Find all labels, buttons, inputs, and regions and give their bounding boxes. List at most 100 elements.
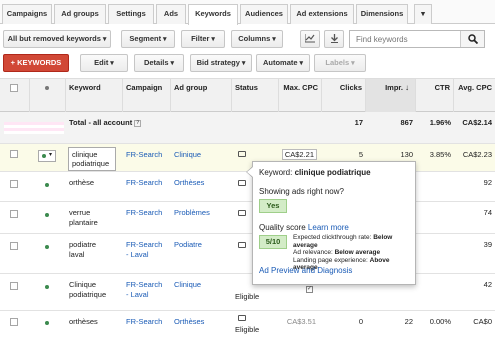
status-bubble-icon[interactable] (238, 210, 246, 216)
keyword-cell[interactable]: Clinique podiatrique (66, 274, 120, 306)
segment-button[interactable]: Segment (121, 30, 175, 48)
keyword-edit-field[interactable]: clinique podiatrique (68, 147, 116, 171)
quality-score-label: Quality score (259, 223, 306, 232)
total-label: Total - all account ? (66, 112, 176, 134)
details-button[interactable]: Details (134, 54, 184, 72)
columns-button[interactable]: Columns (231, 30, 283, 48)
edit-checkbox-icon[interactable]: ✓ (306, 286, 313, 293)
search-input[interactable] (350, 31, 460, 47)
ad-relevance-label: Ad relevance: (293, 249, 333, 256)
campaign-link[interactable]: FR-Search (123, 172, 171, 194)
total-clicks: 17 (354, 118, 363, 127)
tab-audiences[interactable]: Audiences (240, 4, 288, 24)
status-cell: Eligible (235, 325, 260, 334)
expected-ctr-label: Expected clickthrough rate: (293, 234, 372, 241)
header-keyword[interactable]: Keyword (66, 79, 123, 113)
table-row[interactable]: verrue plantaire FR-Search Problèmes 74 (0, 202, 495, 234)
header-ad-group[interactable]: Ad group (171, 79, 232, 113)
max-cpc-cell[interactable]: CA$3.51 (279, 311, 319, 333)
row-checkbox[interactable] (10, 318, 18, 326)
header-impr-label: Impr. (385, 83, 403, 92)
chart-icon[interactable] (300, 30, 320, 48)
enabled-dot-icon (45, 321, 49, 325)
status-bubble-icon[interactable] (238, 242, 246, 248)
campaign-link[interactable]: FR-Search - Laval (123, 234, 167, 266)
ad-group-link[interactable]: Orthèses (171, 311, 232, 333)
tab-keywords[interactable]: Keywords (188, 4, 238, 25)
status-bubble-icon[interactable] (238, 151, 246, 157)
learn-more-link[interactable]: Learn more (308, 223, 349, 232)
avg-cpc-cell: CA$2.23 (462, 150, 492, 159)
status-bubble-icon[interactable] (238, 180, 246, 186)
tab-dimensions[interactable]: Dimensions (356, 4, 408, 24)
total-impr: 867 (400, 118, 413, 127)
edit-button[interactable]: Edit (80, 54, 128, 72)
keyword-cell[interactable]: orthèse (66, 172, 123, 194)
popup-keyword-line: Keyword: clinique podiatrique (259, 168, 371, 177)
status-cell: Eligible (235, 292, 260, 301)
tab-ads[interactable]: Ads (156, 4, 186, 24)
header-ctr[interactable]: CTR (416, 79, 454, 113)
showing-ads-answer-badge: Yes (259, 199, 287, 213)
header-select-cell (0, 79, 30, 113)
row-checkbox[interactable] (10, 150, 18, 158)
select-all-checkbox[interactable] (10, 84, 18, 92)
labels-button[interactable]: Labels (314, 54, 366, 72)
row-checkbox[interactable] (10, 282, 18, 290)
filter-button[interactable]: Filter (181, 30, 225, 48)
search-box (349, 30, 485, 48)
header-max-cpc[interactable]: Max. CPC (279, 79, 322, 113)
clicks-cell: 0 (358, 317, 363, 326)
keyword-cell[interactable]: verrue plantaire (66, 202, 116, 234)
ad-relevance-value: Below average (334, 249, 381, 256)
automate-button[interactable]: Automate (256, 54, 310, 72)
avg-cpc-cell: 42 (483, 280, 492, 289)
header-avg-cpc[interactable]: Avg. CPC (454, 79, 495, 113)
table-row[interactable]: orthèses FR-Search Orthèses Eligible CA$… (0, 311, 495, 339)
enabled-dot-icon (42, 154, 46, 158)
row-checkbox[interactable] (10, 242, 18, 250)
header-status[interactable]: Status (232, 79, 279, 113)
ad-preview-link[interactable]: Ad Preview and Diagnosis (259, 266, 352, 275)
download-icon[interactable] (324, 30, 344, 48)
tab-ad-groups[interactable]: Ad groups (54, 4, 106, 24)
avg-cpc-cell: 39 (483, 240, 492, 249)
header-campaign[interactable]: Campaign (123, 79, 171, 113)
max-cpc-value[interactable]: CA$2.21 (281, 149, 317, 160)
ad-group-link[interactable]: Clinique (171, 144, 232, 166)
impr-cell: 22 (404, 317, 413, 326)
add-keywords-button[interactable]: + KEYWORDS (3, 54, 69, 72)
row-checkbox[interactable] (10, 210, 18, 218)
row-checkbox[interactable] (10, 180, 18, 188)
tab-ad-extensions[interactable]: Ad extensions (290, 4, 354, 24)
more-tabs-chevron-icon[interactable]: ▾ (414, 4, 432, 24)
ad-group-link[interactable]: Problèmes (171, 202, 232, 224)
ad-group-link[interactable]: Podiatre (171, 234, 232, 256)
showing-ads-question: Showing ads right now? (259, 187, 344, 196)
help-icon[interactable]: ? (134, 119, 142, 127)
expected-ctr-line: Expected clickthrough rate: Below averag… (293, 234, 413, 249)
sort-down-icon: ↓ (405, 83, 409, 92)
total-row-marker (4, 122, 64, 134)
keyword-cell[interactable]: podiatre laval (66, 234, 116, 266)
keyword-cell[interactable]: orthèses (66, 311, 123, 333)
total-row: Total - all account ? 17 867 1.96% CA$2.… (0, 112, 495, 144)
header-clicks[interactable]: Clicks (322, 79, 366, 113)
keyword-status-popup: Keyword: clinique podiatrique Showing ad… (252, 161, 416, 285)
campaign-link[interactable]: FR-Search (123, 202, 171, 224)
campaign-link[interactable]: FR-Search (123, 311, 171, 333)
tab-settings[interactable]: Settings (108, 4, 154, 24)
ad-group-link[interactable]: Orthèses (171, 172, 232, 194)
ad-relevance-line: Ad relevance: Below average (293, 249, 413, 257)
table-row[interactable]: podiatre laval FR-Search - Laval Podiatr… (0, 234, 495, 274)
avg-cpc-cell: CA$0 (473, 317, 492, 326)
campaign-link[interactable]: FR-Search - Laval (123, 274, 167, 306)
bid-strategy-button[interactable]: Bid strategy (190, 54, 252, 72)
campaign-link[interactable]: FR-Search (123, 144, 171, 166)
status-dropdown[interactable]: ▾ (38, 150, 56, 162)
tab-campaigns[interactable]: Campaigns (2, 4, 52, 24)
search-icon[interactable] (460, 31, 484, 47)
table-row[interactable]: Clinique podiatrique FR-Search - Laval C… (0, 274, 495, 311)
status-filter-dropdown[interactable]: All but removed keywords (3, 30, 111, 48)
ad-group-link[interactable]: Clinique (171, 274, 232, 296)
